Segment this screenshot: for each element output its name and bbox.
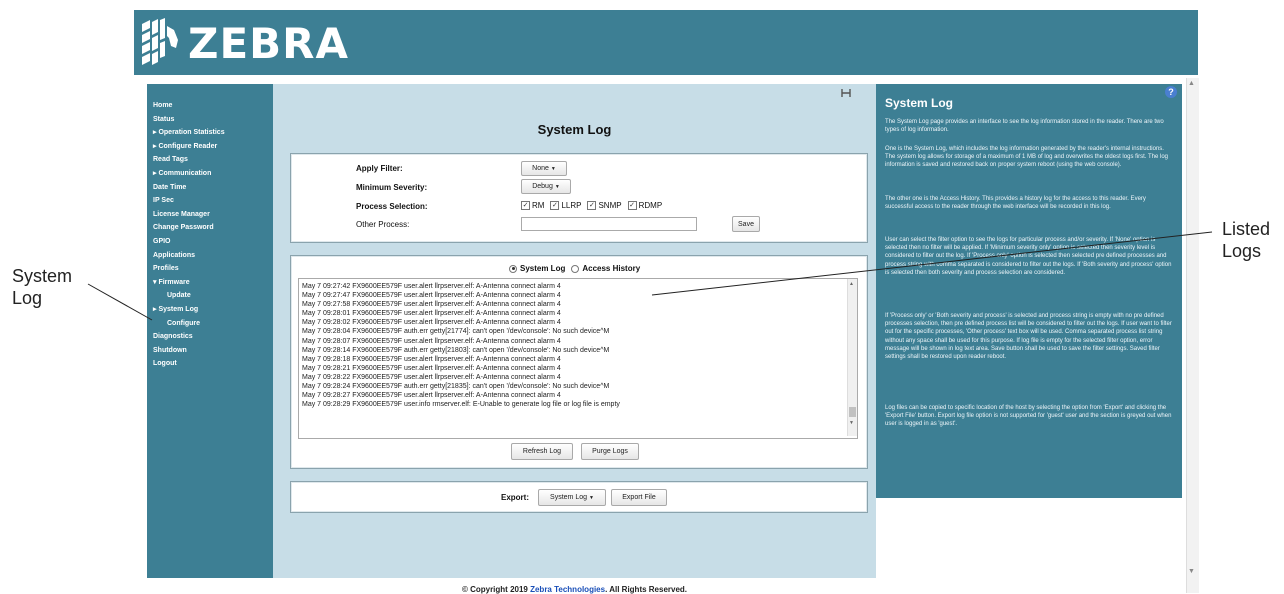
log-line: May 7 09:28:21 FX9600EE579F user.alert l… <box>302 364 561 372</box>
log-line: May 7 09:28:07 FX9600EE579F user.alert l… <box>302 337 561 345</box>
scroll-up-icon[interactable]: ▲ <box>849 281 854 287</box>
export-type-select[interactable]: System Log ▼ <box>538 489 606 506</box>
log-line: May 7 09:28:27 FX9600EE579F user.alert l… <box>302 392 561 400</box>
min-severity-select[interactable]: Debug ▼ <box>521 179 571 194</box>
caret-down-icon: ▼ <box>589 494 594 501</box>
radio-system-log[interactable]: System Log <box>509 264 565 273</box>
caret-down-icon: ▼ <box>550 165 556 172</box>
other-process-input[interactable] <box>521 217 697 231</box>
sidebar-item-configure-reader[interactable]: ▸ Configure Reader <box>153 140 273 154</box>
help-icon[interactable]: ? <box>1165 86 1177 98</box>
log-line: May 7 09:28:24 FX9600EE579F auth.err get… <box>302 383 610 391</box>
sidebar-item-operation-statistics[interactable]: ▸ Operation Statistics <box>153 126 273 140</box>
scroll-down-icon[interactable]: ▼ <box>849 420 854 426</box>
log-line: May 7 09:28:18 FX9600EE579F user.alert l… <box>302 355 561 363</box>
export-file-button[interactable]: Export File <box>611 489 667 506</box>
apply-filter-value: None <box>532 165 549 172</box>
page-scrollbar[interactable] <box>1186 78 1199 593</box>
sidebar-item-read-tags[interactable]: Read Tags <box>153 153 273 167</box>
log-line: May 7 09:27:58 FX9600EE579F user.alert l… <box>302 301 561 309</box>
process-selection-label: Process Selection: <box>356 202 428 211</box>
sidebar-item-gpio[interactable]: GPIO <box>153 235 273 249</box>
callout-system-log: System Log <box>12 266 73 308</box>
sidebar-item-update[interactable]: Update <box>153 289 273 303</box>
sidebar-item-diagnostics[interactable]: Diagnostics <box>153 330 273 344</box>
help-paragraph: The System Log page provides an interfac… <box>885 119 1164 134</box>
purge-logs-button[interactable]: Purge Logs <box>581 443 639 460</box>
sidebar-item-profiles[interactable]: Profiles <box>153 262 273 276</box>
log-line: May 7 09:27:47 FX9600EE579F user.alert l… <box>302 292 561 300</box>
min-severity-value: Debug <box>532 183 553 190</box>
log-scroll-thumb[interactable] <box>849 407 856 417</box>
log-line: May 7 09:28:14 FX9600EE579F auth.err get… <box>302 346 610 354</box>
process-checkbox-llrp[interactable]: ✓ LLRP <box>550 201 581 210</box>
sidebar-item-applications[interactable]: Applications <box>153 249 273 263</box>
checkmark-icon: ✓ <box>627 201 637 210</box>
help-paragraph: The other one is the Access History. Thi… <box>885 196 1146 211</box>
zebra-logo[interactable]: ZEBRA <box>138 14 349 72</box>
help-paragraph: Log files can be copied to specific loca… <box>885 405 1172 428</box>
help-paragraph: One is the System Log, which includes th… <box>885 146 1169 169</box>
log-line: May 7 09:28:01 FX9600EE579F user.alert l… <box>302 310 561 318</box>
min-severity-label: Minimum Severity: <box>356 183 428 192</box>
other-process-label: Other Process: <box>356 220 410 229</box>
sidebar-item-firmware[interactable]: ▾ Firmware <box>153 276 273 290</box>
sidebar-item-ip-sec[interactable]: IP Sec <box>153 194 273 208</box>
help-paragraph: If 'Process only' or 'Both severity and … <box>885 313 1172 361</box>
callout-listed-logs: Listed Logs <box>1222 219 1271 261</box>
apply-filter-label: Apply Filter: <box>356 164 403 173</box>
page-title: System Log <box>537 122 612 137</box>
apply-filter-select[interactable]: None ▼ <box>521 161 567 176</box>
log-line: May 7 09:28:04 FX9600EE579F auth.err get… <box>302 328 610 336</box>
sidebar-item-license-manager[interactable]: License Manager <box>153 208 273 222</box>
page-scroll-up-icon[interactable]: ▲ <box>1188 80 1195 87</box>
export-label: Export: <box>501 493 529 502</box>
checkmark-icon: ✓ <box>521 201 530 210</box>
checkmark-icon: ✓ <box>550 201 560 210</box>
log-line: May 7 09:28:29 FX9600EE579F user.info rm… <box>302 401 620 409</box>
checkmark-icon: ✓ <box>587 201 597 210</box>
sidebar: Home Status ▸ Operation Statistics ▸ Config… <box>147 84 273 578</box>
log-scrollbar[interactable]: ▲ ▼ <box>847 279 857 436</box>
process-checkbox-rdmp[interactable]: ✓ RDMP <box>627 201 662 210</box>
callout-line-system-log <box>87 283 153 321</box>
save-button[interactable]: Save <box>732 216 760 232</box>
log-line: May 7 09:28:02 FX9600EE579F user.alert l… <box>302 319 561 327</box>
caret-down-icon: ▼ <box>554 183 560 190</box>
help-title: System Log <box>885 96 954 110</box>
log-textarea[interactable]: May 7 09:27:42 FX9600EE579F user.alert l… <box>298 278 858 439</box>
refresh-log-button[interactable]: Refresh Log <box>511 443 573 460</box>
sidebar-item-communication[interactable]: ▸ Communication <box>153 167 273 181</box>
page-scroll-down-icon[interactable]: ▼ <box>1188 568 1195 575</box>
sidebar-item-configure[interactable]: Configure <box>153 317 273 331</box>
sidebar-nav: Home Status ▸ Operation Statistics ▸ Config… <box>147 84 273 371</box>
sidebar-item-system-log[interactable]: ▸ System Log <box>153 303 273 317</box>
process-checkbox-snmp[interactable]: ✓ SNMP <box>587 201 622 210</box>
export-type-value: System Log <box>550 494 587 501</box>
sidebar-item-shutdown[interactable]: Shutdown <box>153 344 273 358</box>
help-paragraph: User can select the filter option to see… <box>885 237 1172 276</box>
log-lines: May 7 09:27:42 FX9600EE579F user.alert l… <box>299 279 857 409</box>
log-line: May 7 09:28:22 FX9600EE579F user.alert l… <box>302 373 561 381</box>
zebra-head-icon <box>142 18 178 65</box>
print-icon[interactable] <box>841 88 851 101</box>
sidebar-item-change-password[interactable]: Change Password <box>153 221 273 235</box>
log-type-radios: System Log Access History <box>509 264 640 273</box>
sidebar-item-logout[interactable]: Logout <box>153 357 273 371</box>
sidebar-item-date-time[interactable]: Date Time <box>153 181 273 195</box>
radio-selected-icon <box>509 264 517 273</box>
radio-access-history[interactable]: Access History <box>571 264 640 273</box>
log-line: May 7 09:27:42 FX9600EE579F user.alert l… <box>302 283 561 290</box>
logo-text: ZEBRA <box>188 18 350 68</box>
sidebar-item-home[interactable]: Home <box>153 99 273 113</box>
process-checkboxes: ✓ RM ✓ LLRP ✓ SNMP ✓ RDMP <box>521 201 662 210</box>
radio-empty-icon <box>571 264 580 273</box>
sidebar-item-status[interactable]: Status <box>153 113 273 127</box>
process-checkbox-rm[interactable]: ✓ RM <box>521 201 544 210</box>
